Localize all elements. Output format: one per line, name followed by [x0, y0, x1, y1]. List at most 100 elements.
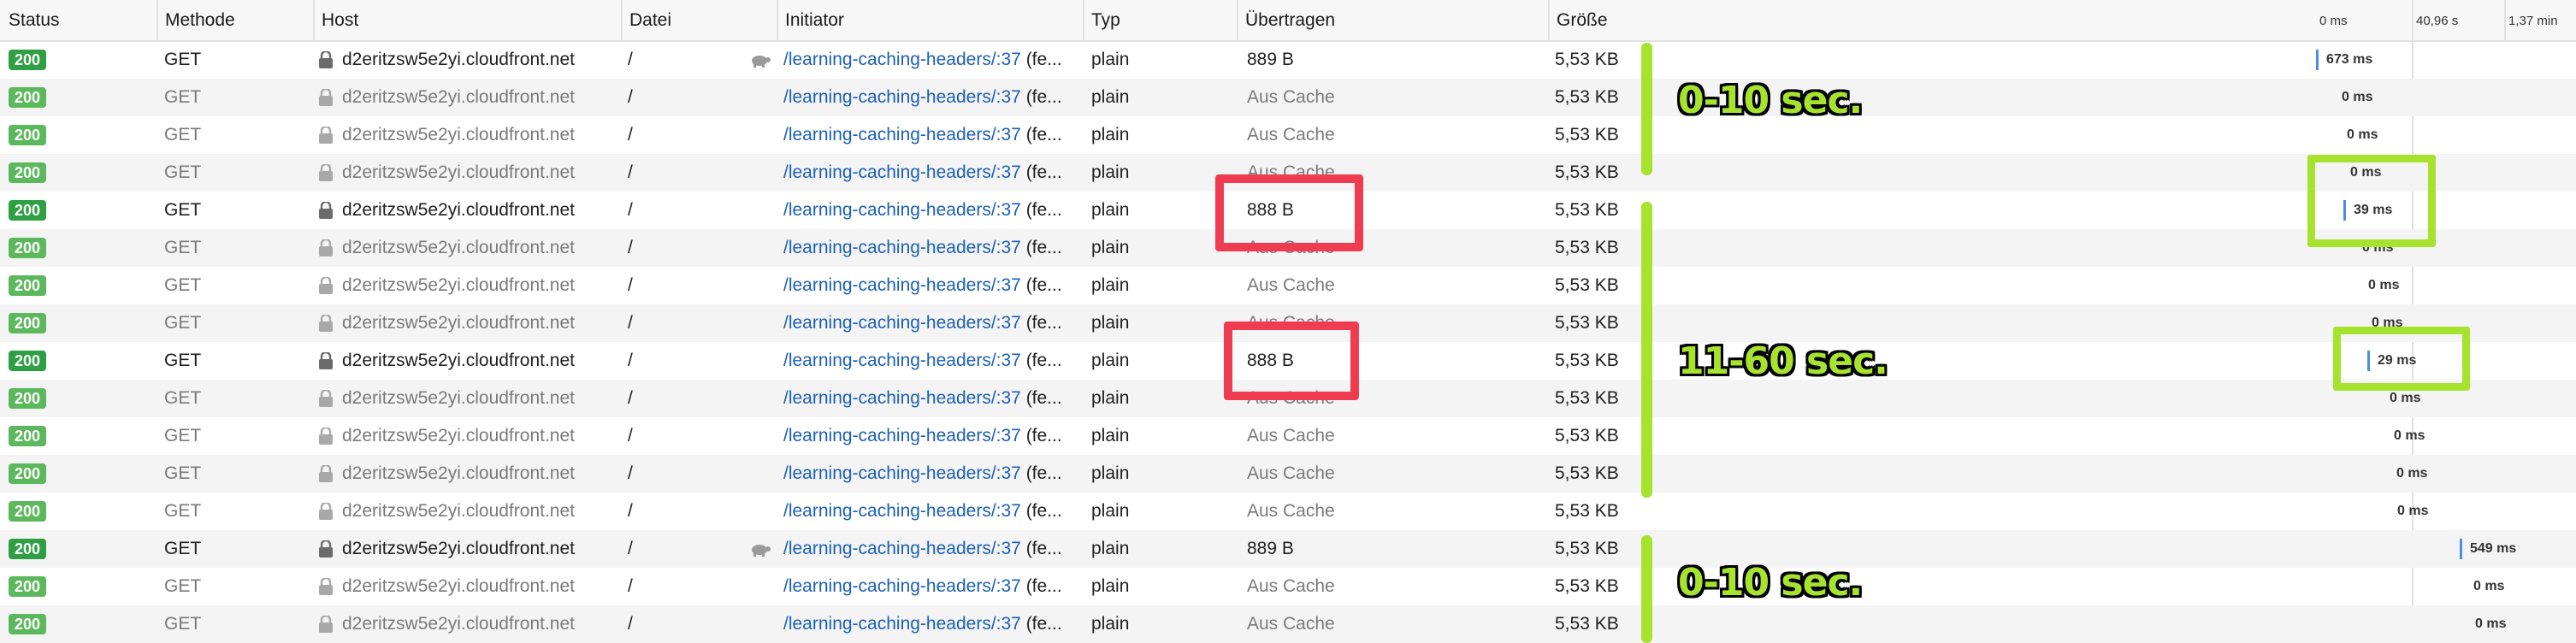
timeline-gridline [2504, 0, 2506, 40]
initiator-link[interactable]: /learning-caching-headers/:37 [783, 539, 1021, 558]
type-cell: plain [1091, 238, 1130, 257]
transferred-cell: Aus Cache [1247, 275, 1335, 295]
initiator-link[interactable]: /learning-caching-headers/:37 [783, 125, 1021, 145]
status-badge: 200 [9, 426, 46, 446]
type-cell: plain [1091, 162, 1130, 182]
initiator-link[interactable]: /learning-caching-headers/:37 [783, 50, 1021, 69]
column-host[interactable]: Host [313, 0, 621, 40]
annotation-label-first-range: 0-10 sec. [1678, 79, 1863, 122]
file-cell: / [628, 388, 633, 408]
initiator-suffix: (fe... [1025, 313, 1062, 333]
column-transferred[interactable]: Übertragen [1237, 0, 1548, 40]
host-cell: d2eritzsw5e2yi.cloudfront.net [342, 162, 575, 182]
type-cell: plain [1091, 614, 1130, 634]
column-method[interactable]: Methode [157, 0, 313, 40]
annotation-range-bar [1641, 43, 1652, 175]
initiator-link[interactable]: /learning-caching-headers/:37 [783, 426, 1021, 445]
highlight-box-timing [2307, 155, 2436, 247]
column-file[interactable]: Datei [621, 0, 777, 40]
table-row[interactable]: 200 GET d2eritzsw5e2yi.cloudfront.net / /lea… [0, 41, 2576, 79]
table-row[interactable]: 200 GET d2eritzsw5e2yi.cloudfront.net / /lea… [0, 493, 2576, 530]
initiator-suffix: (fe... [1025, 200, 1062, 220]
lock-icon [318, 275, 334, 294]
transferred-cell: Aus Cache [1247, 614, 1335, 634]
size-cell: 5,53 KB [1555, 275, 1619, 295]
method-cell: GET [164, 313, 202, 333]
status-badge: 200 [9, 50, 46, 70]
initiator-suffix: (fe... [1025, 275, 1062, 295]
host-cell: d2eritzsw5e2yi.cloudfront.net [342, 238, 575, 257]
initiator-link[interactable]: /learning-caching-headers/:37 [783, 200, 1021, 220]
initiator-link[interactable]: /learning-caching-headers/:37 [783, 313, 1021, 333]
waterfall-timing-label: 549 ms [2470, 541, 2517, 556]
status-badge: 200 [9, 501, 46, 522]
initiator-cell: /learning-caching-headers/:37 (fe... [783, 41, 1078, 79]
column-status[interactable]: Status [0, 0, 157, 40]
status-badge: 200 [9, 275, 46, 296]
method-cell: GET [164, 162, 202, 182]
lock-icon [318, 463, 334, 482]
size-cell: 5,53 KB [1555, 125, 1619, 145]
initiator-link[interactable]: /learning-caching-headers/:37 [783, 162, 1021, 182]
size-cell: 5,53 KB [1555, 87, 1619, 107]
initiator-cell: /learning-caching-headers/:37 (fe... [783, 417, 1078, 455]
initiator-link[interactable]: /learning-caching-headers/:37 [783, 275, 1021, 295]
type-cell: plain [1091, 275, 1130, 295]
file-cell: / [628, 275, 633, 295]
initiator-path: /learning-caching-headers/:37 [783, 50, 1021, 69]
initiator-suffix: (fe... [1025, 501, 1062, 521]
initiator-suffix: (fe... [1025, 87, 1062, 107]
column-initiator[interactable]: Initiator [777, 0, 1083, 40]
file-cell: / [628, 463, 633, 483]
host-cell: d2eritzsw5e2yi.cloudfront.net [342, 125, 575, 145]
table-row[interactable]: 200 GET d2eritzsw5e2yi.cloudfront.net / /lea… [0, 116, 2576, 154]
annotation-range-bar [1641, 202, 1652, 498]
status-badge: 200 [9, 162, 46, 183]
method-cell: GET [164, 463, 202, 483]
status-badge: 200 [9, 539, 46, 559]
highlight-box-transfer [1224, 322, 1359, 400]
method-cell: GET [164, 351, 202, 370]
lock-icon [318, 501, 334, 520]
size-cell: 5,53 KB [1555, 614, 1619, 634]
type-cell: plain [1091, 87, 1130, 107]
table-row[interactable]: 200 GET d2eritzsw5e2yi.cloudfront.net / /lea… [0, 605, 2576, 643]
lock-icon [318, 614, 334, 633]
initiator-link[interactable]: /learning-caching-headers/:37 [783, 87, 1021, 107]
method-cell: GET [164, 50, 202, 69]
host-cell: d2eritzsw5e2yi.cloudfront.net [342, 539, 575, 558]
type-cell: plain [1091, 539, 1130, 558]
initiator-link[interactable]: /learning-caching-headers/:37 [783, 501, 1021, 521]
size-cell: 5,53 KB [1555, 576, 1619, 596]
table-row[interactable]: 200 GET d2eritzsw5e2yi.cloudfront.net / /lea… [0, 417, 2576, 455]
table-row[interactable]: 200 GET d2eritzsw5e2yi.cloudfront.net / /lea… [0, 267, 2576, 304]
initiator-link[interactable]: /learning-caching-headers/:37 [783, 614, 1021, 634]
table-row[interactable]: 200 GET d2eritzsw5e2yi.cloudfront.net / /lea… [0, 530, 2576, 568]
method-cell: GET [164, 388, 202, 408]
size-cell: 5,53 KB [1555, 200, 1619, 220]
method-cell: GET [164, 87, 202, 107]
initiator-path: /learning-caching-headers/:37 [783, 313, 1021, 333]
initiator-link[interactable]: /learning-caching-headers/:37 [783, 351, 1021, 370]
initiator-suffix: (fe... [1025, 614, 1062, 634]
file-cell: / [628, 87, 633, 107]
column-type[interactable]: Typ [1083, 0, 1237, 40]
column-size[interactable]: Größe [1548, 0, 1702, 40]
status-badge: 200 [9, 87, 46, 108]
host-cell: d2eritzsw5e2yi.cloudfront.net [342, 463, 575, 483]
initiator-path: /learning-caching-headers/:37 [783, 238, 1021, 257]
size-cell: 5,53 KB [1555, 388, 1619, 408]
initiator-link[interactable]: /learning-caching-headers/:37 [783, 388, 1021, 408]
table-row[interactable]: 200 GET d2eritzsw5e2yi.cloudfront.net / /lea… [0, 568, 2576, 605]
host-cell: d2eritzsw5e2yi.cloudfront.net [342, 501, 575, 521]
initiator-link[interactable]: /learning-caching-headers/:37 [783, 463, 1021, 483]
initiator-path: /learning-caching-headers/:37 [783, 275, 1021, 295]
initiator-link[interactable]: /learning-caching-headers/:37 [783, 576, 1021, 596]
table-row[interactable]: 200 GET d2eritzsw5e2yi.cloudfront.net / /lea… [0, 455, 2576, 493]
table-row[interactable]: 200 GET d2eritzsw5e2yi.cloudfront.net / /lea… [0, 79, 2576, 116]
initiator-link[interactable]: /learning-caching-headers/:37 [783, 238, 1021, 257]
file-cell: / [628, 426, 633, 445]
lock-icon [318, 539, 334, 557]
initiator-suffix: (fe... [1025, 426, 1062, 445]
waterfall-timing-label: 673 ms [2326, 52, 2373, 67]
